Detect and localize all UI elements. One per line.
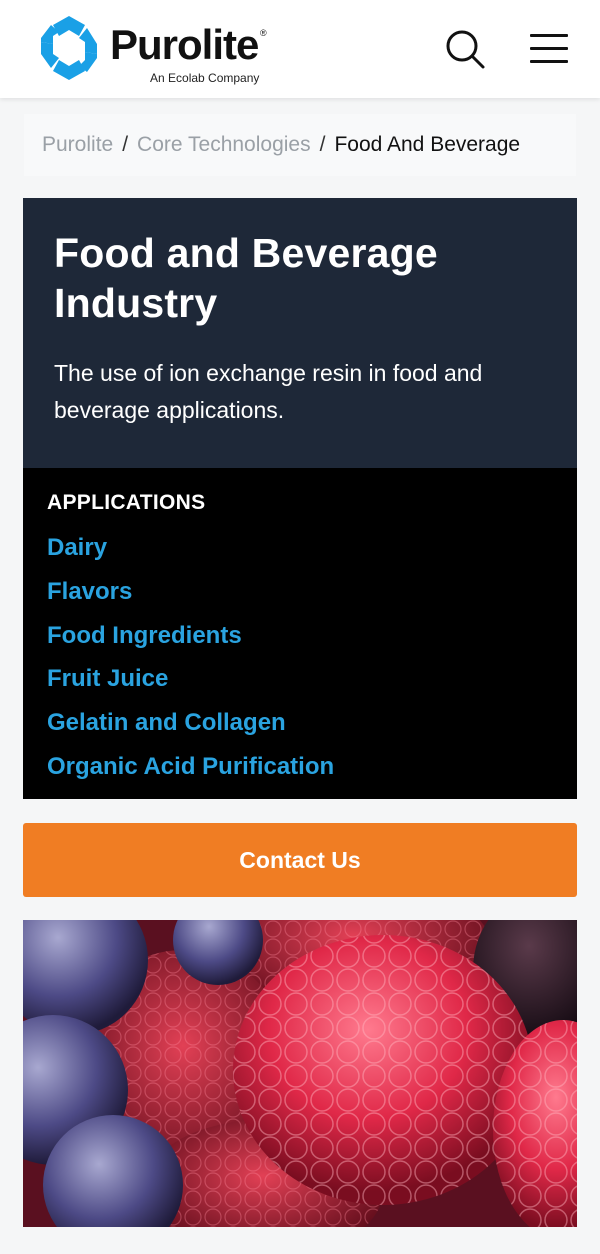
hamburger-menu-icon-bar [530, 47, 568, 50]
logo-wordmark: Purolite [110, 21, 259, 68]
hero-section: Food and Beverage Industry The use of io… [23, 198, 577, 468]
applications-heading: APPLICATIONS [47, 491, 206, 514]
breadcrumb-current: Food And Beverage [334, 133, 521, 156]
berries-photo [23, 920, 577, 1227]
application-link-dairy[interactable]: Dairy [47, 526, 553, 570]
breadcrumb-link-purolite[interactable]: Purolite [42, 133, 113, 157]
applications-panel: APPLICATIONS Dairy Flavors Food Ingredie… [23, 468, 577, 799]
application-link-fruit-juice[interactable]: Fruit Juice [47, 657, 553, 701]
hamburger-menu-icon-bar [530, 60, 568, 63]
search-icon [446, 30, 485, 69]
application-link-organic-acid[interactable]: Organic Acid Purification [47, 745, 553, 789]
application-link-food-ingredients[interactable]: Food Ingredients [47, 614, 553, 658]
berries-image [23, 920, 577, 1227]
breadcrumb-separator: / [319, 133, 326, 156]
logo-registered-mark: ® [260, 28, 267, 38]
site-header: Purolite ® An Ecolab Company [0, 0, 600, 98]
hamburger-menu-icon [530, 34, 568, 37]
hamburger-menu-button[interactable] [530, 32, 570, 66]
breadcrumb: Purolite / Core Technologies / Food And … [24, 114, 576, 176]
page-title: Food and Beverage Industry [54, 230, 438, 326]
search-button[interactable] [444, 29, 486, 71]
contact-us-button[interactable]: Contact Us [23, 823, 577, 897]
applications-list: Dairy Flavors Food Ingredients Fruit Jui… [47, 526, 553, 789]
breadcrumb-link-core-technologies[interactable]: Core Technologies [137, 133, 311, 157]
purolite-logo[interactable]: Purolite ® An Ecolab Company [38, 14, 278, 86]
application-link-gelatin-collagen[interactable]: Gelatin and Collagen [47, 701, 553, 745]
breadcrumb-separator: / [122, 133, 129, 156]
page-description: The use of ion exchange resin in food an… [54, 360, 483, 423]
logo-tagline: An Ecolab Company [150, 71, 260, 85]
purolite-logo-mark-icon [41, 16, 97, 80]
application-link-flavors[interactable]: Flavors [47, 570, 553, 614]
